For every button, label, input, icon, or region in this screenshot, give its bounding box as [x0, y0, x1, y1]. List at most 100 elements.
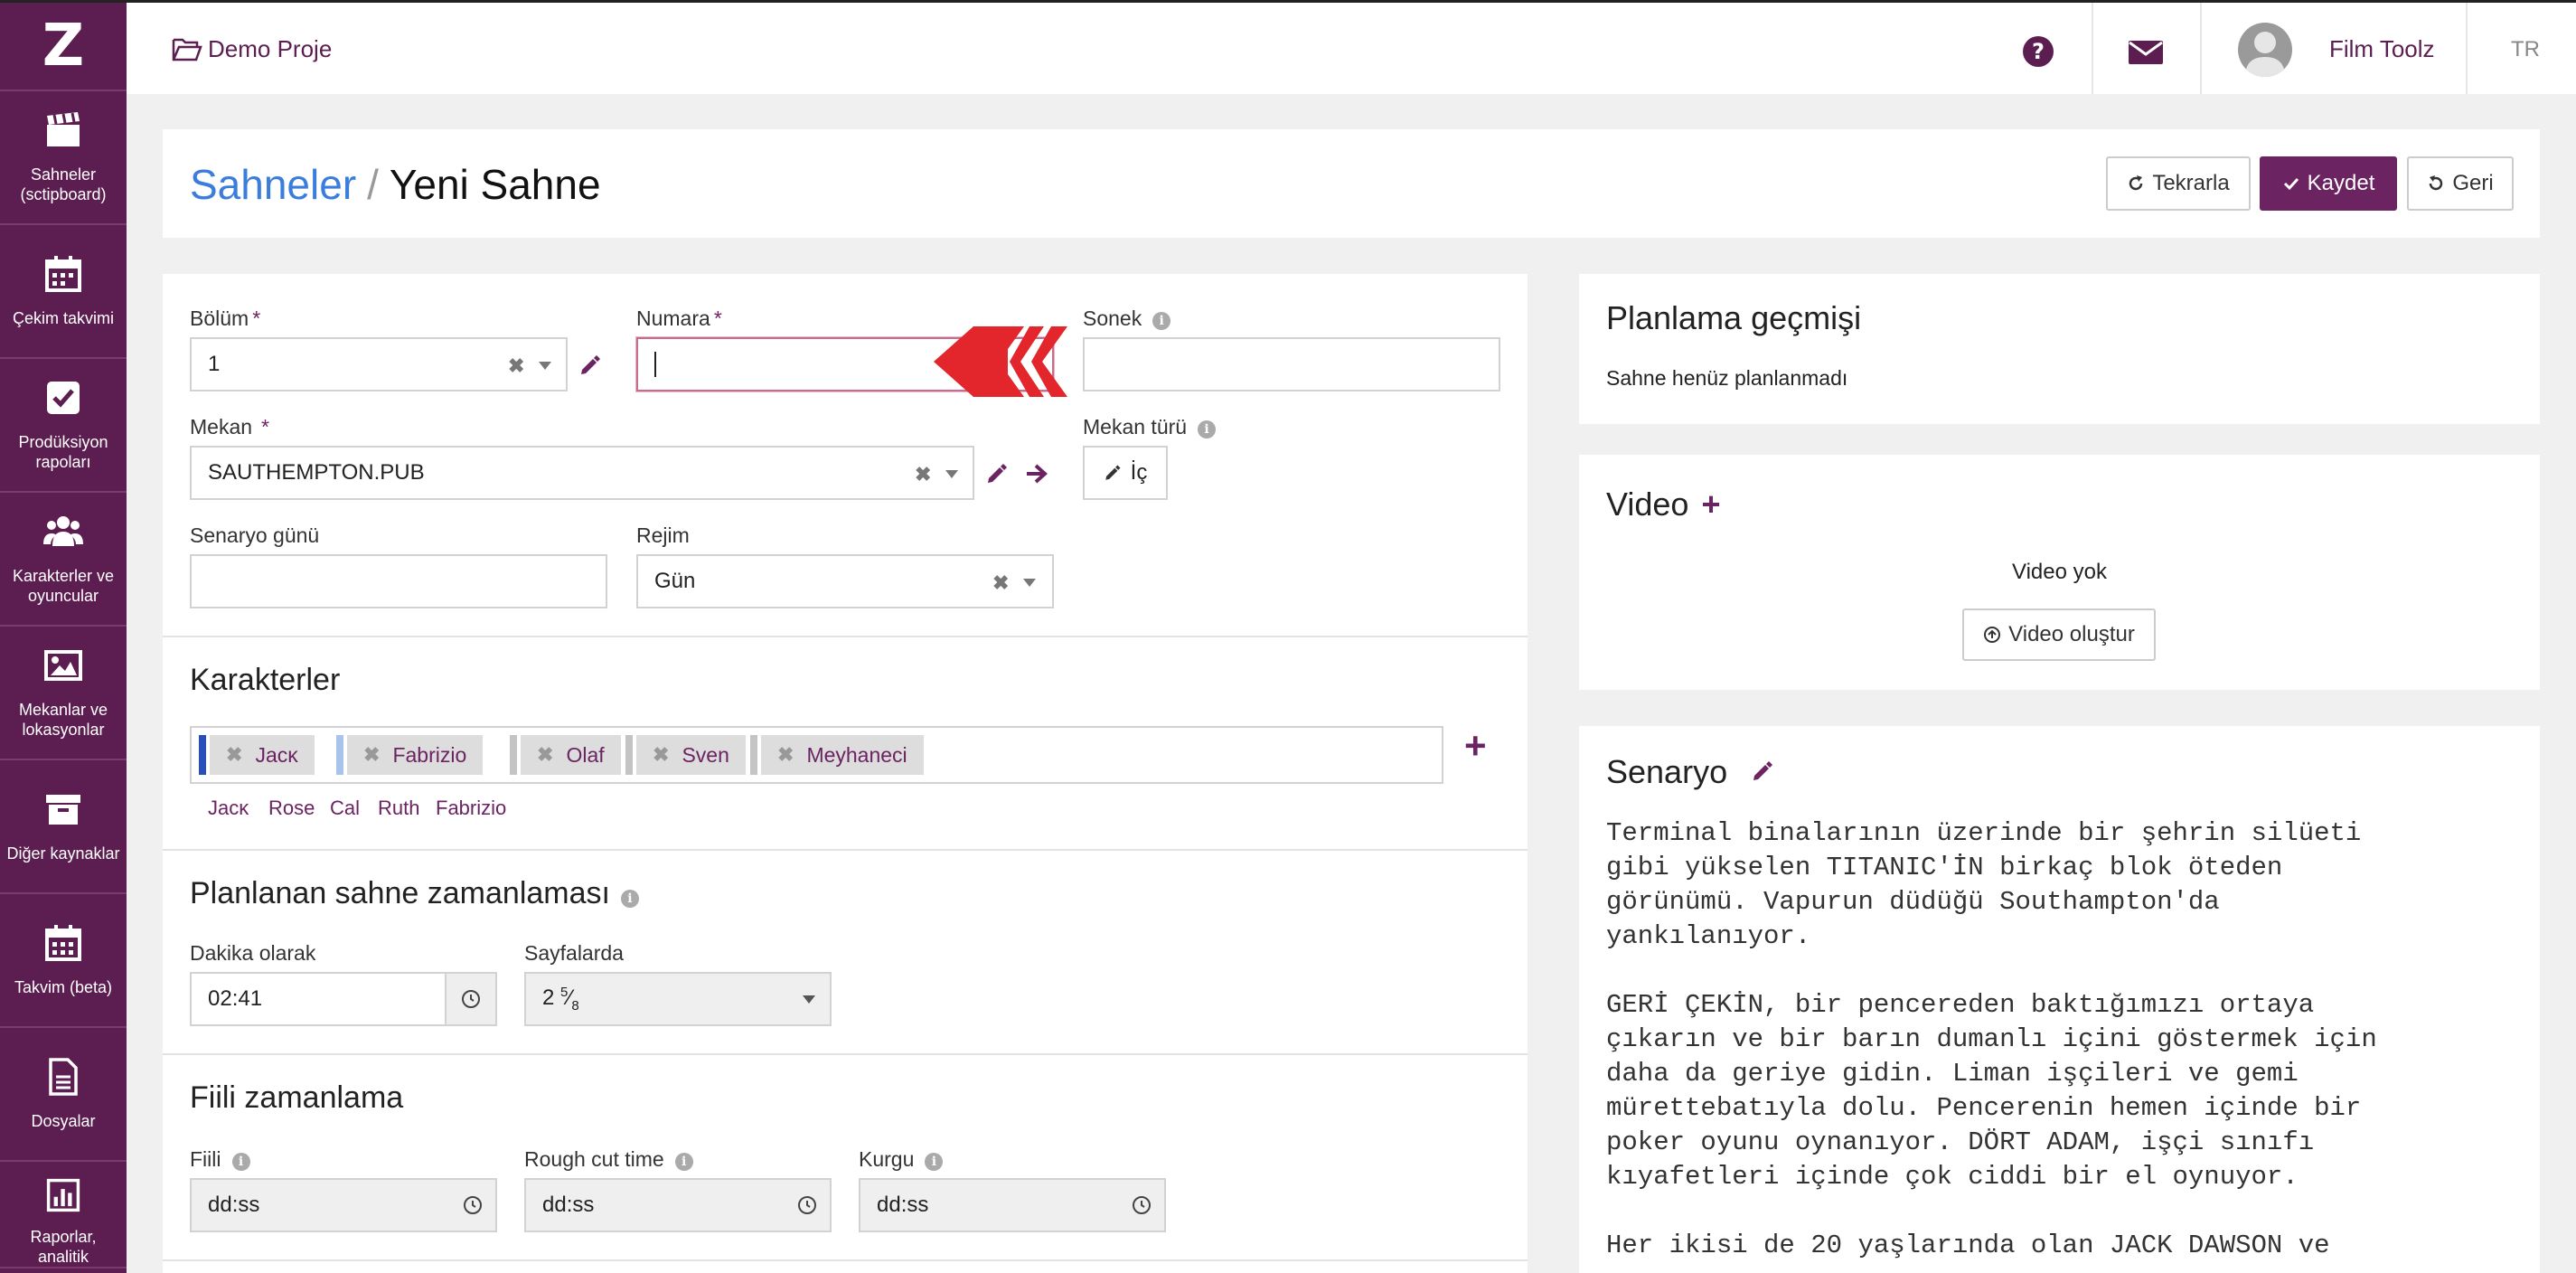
back-button[interactable]: Geri [2407, 156, 2514, 211]
add-character-button[interactable]: + [1464, 724, 1487, 768]
add-video-icon[interactable]: + [1701, 486, 1720, 523]
video-panel: Video + Video yok Video oluştur [1579, 455, 2540, 690]
remove-tag-icon[interactable]: ✖ [363, 743, 380, 767]
character-tag[interactable]: ✖ Meyhaneci [750, 735, 924, 775]
sidebar-item-label: Sahneler (sctipboard) [20, 165, 107, 203]
character-suggestion[interactable]: Cal [330, 797, 360, 820]
scenario-text: Terminal binalarının üzerinde bir şehrin… [1606, 818, 2377, 1260]
go-to-location-icon[interactable] [1025, 462, 1048, 486]
character-tag[interactable]: ✖ Fabrizio [336, 735, 484, 775]
breadcrumb-scenes-link[interactable]: Sahneler [190, 161, 356, 208]
avatar[interactable] [2238, 23, 2292, 77]
remove-tag-icon[interactable]: ✖ [537, 743, 553, 767]
character-tag[interactable]: ✖ Sven [625, 735, 746, 775]
rough-cut-input[interactable]: dd:ss [524, 1178, 832, 1232]
pages-select[interactable]: 2 5⁄8 [524, 972, 832, 1026]
sidebar: Z Sahneler (sctipboard) Çekim takvimi Pr… [0, 0, 127, 1273]
sidebar-item-files[interactable]: Dosyalar [0, 1028, 127, 1162]
characters-tag-input[interactable]: ✖ Jacĸ ✖ Fabrizio ✖ Olaf ✖ Sven ✖ Meyhaneci [190, 726, 1443, 784]
info-icon[interactable]: i [1198, 420, 1217, 438]
divider [2092, 3, 2093, 94]
chevron-down-icon[interactable] [945, 470, 958, 478]
character-tag-label: Fabrizio [392, 742, 467, 767]
info-icon[interactable]: i [1152, 312, 1171, 330]
app-logo[interactable]: Z [0, 3, 127, 91]
character-tag[interactable]: ✖ Jacĸ [199, 735, 315, 775]
page-header: Sahneler / Yeni Sahne Tekrarla Kaydet Geri [163, 129, 2540, 238]
location-select[interactable]: SAUTHEMPTON.PUB ✖ [190, 446, 974, 500]
clear-icon[interactable]: ✖ [508, 354, 524, 378]
clock-icon [462, 990, 480, 1008]
archive-icon [46, 795, 80, 825]
project-name: Demo Proje [208, 35, 333, 62]
sidebar-item-reports[interactable]: Raporlar, analitik [0, 1162, 127, 1268]
clock-icon[interactable] [797, 1195, 817, 1215]
sidebar-item-other-resources[interactable]: Diğer kaynaklar [0, 760, 127, 894]
remove-tag-icon[interactable]: ✖ [653, 743, 669, 767]
required-mark: * [261, 415, 269, 438]
info-icon[interactable]: i [674, 1153, 693, 1171]
clear-icon[interactable]: ✖ [915, 463, 931, 486]
chevron-down-icon[interactable] [803, 995, 815, 1004]
regime-select[interactable]: Gün ✖ [636, 554, 1054, 608]
character-tag[interactable]: ✖ Olaf [510, 735, 621, 775]
character-suggestion[interactable]: Jacĸ [208, 797, 249, 820]
minutes-input[interactable]: 02:41 [190, 972, 497, 1026]
clock-icon[interactable] [463, 1195, 483, 1215]
language-switcher[interactable]: TR [2511, 37, 2540, 62]
chevron-down-icon[interactable] [539, 362, 551, 370]
sidebar-item-characters[interactable]: Karakterler ve oyuncular [0, 493, 127, 627]
topbar: Demo Proje ? Film Toolz TR [127, 0, 2576, 94]
character-color [750, 735, 757, 775]
sidebar-item-shooting-schedule[interactable]: Çekim takvimi [0, 225, 127, 359]
suffix-input[interactable] [1083, 337, 1500, 391]
character-suggestion[interactable]: Fabrizio [436, 797, 506, 820]
info-icon[interactable]: i [620, 890, 639, 908]
check-icon [2283, 177, 2299, 191]
clock-icon[interactable] [1132, 1195, 1152, 1215]
breadcrumb-separator: / [367, 161, 379, 208]
time-picker-button[interactable] [445, 974, 495, 1024]
location-label: Mekan * [190, 415, 269, 438]
character-tag-label: Jacĸ [255, 742, 298, 767]
edit-episode-icon[interactable] [578, 354, 602, 377]
character-suggestion[interactable]: Rose [268, 797, 315, 820]
clear-icon[interactable]: ✖ [992, 571, 1009, 595]
pages-value: 2 5⁄8 [542, 985, 579, 1014]
character-suggestion[interactable]: Ruth [378, 797, 419, 820]
info-icon[interactable]: i [925, 1153, 944, 1171]
save-button[interactable]: Kaydet [2260, 156, 2397, 211]
user-name[interactable]: Film Toolz [2329, 35, 2435, 63]
actual-timing-title: Fiili zamanlama [190, 1080, 404, 1115]
episode-select[interactable]: 1 ✖ [190, 337, 568, 391]
undo-icon [2430, 175, 2443, 191]
location-type-button[interactable]: İç [1083, 446, 1168, 500]
info-icon[interactable]: i [231, 1153, 250, 1171]
chevron-down-icon[interactable] [1023, 579, 1036, 587]
edit-scenario-icon[interactable] [1751, 759, 1774, 783]
bar-chart-icon [46, 1178, 80, 1212]
sidebar-item-calendar-beta[interactable]: Takvim (beta) [0, 894, 127, 1028]
mail-icon[interactable] [2128, 35, 2164, 68]
divider [163, 1259, 1528, 1261]
sidebar-item-label: Karakterler ve oyuncular [12, 567, 115, 605]
remove-tag-icon[interactable]: ✖ [777, 743, 794, 767]
remove-tag-icon[interactable]: ✖ [226, 743, 242, 767]
page-title: Yeni Sahne [389, 161, 601, 208]
project-switcher[interactable]: Demo Proje [172, 35, 332, 63]
script-day-input[interactable] [190, 554, 607, 608]
sidebar-item-production-reports[interactable]: Prodüksiyon rapoları [0, 359, 127, 493]
actual-time-input[interactable]: dd:ss [190, 1178, 497, 1232]
edit-location-icon[interactable] [985, 462, 1009, 486]
create-video-label: Video oluştur [2008, 622, 2135, 646]
help-icon[interactable]: ? [2022, 35, 2054, 68]
create-video-button[interactable]: Video oluştur [1962, 608, 2156, 661]
sidebar-item-scenes[interactable]: Sahneler (sctipboard) [0, 91, 127, 225]
folder-open-icon [172, 38, 202, 61]
repeat-label: Tekrarla [2152, 171, 2230, 195]
script-day-label: Senaryo günü [190, 523, 320, 547]
sidebar-item-locations[interactable]: Mekanlar ve lokasyonlar [0, 627, 127, 760]
edit-time-input[interactable]: dd:ss [859, 1178, 1166, 1232]
character-tag-label: Sven [682, 742, 729, 767]
repeat-button[interactable]: Tekrarla [2106, 156, 2251, 211]
